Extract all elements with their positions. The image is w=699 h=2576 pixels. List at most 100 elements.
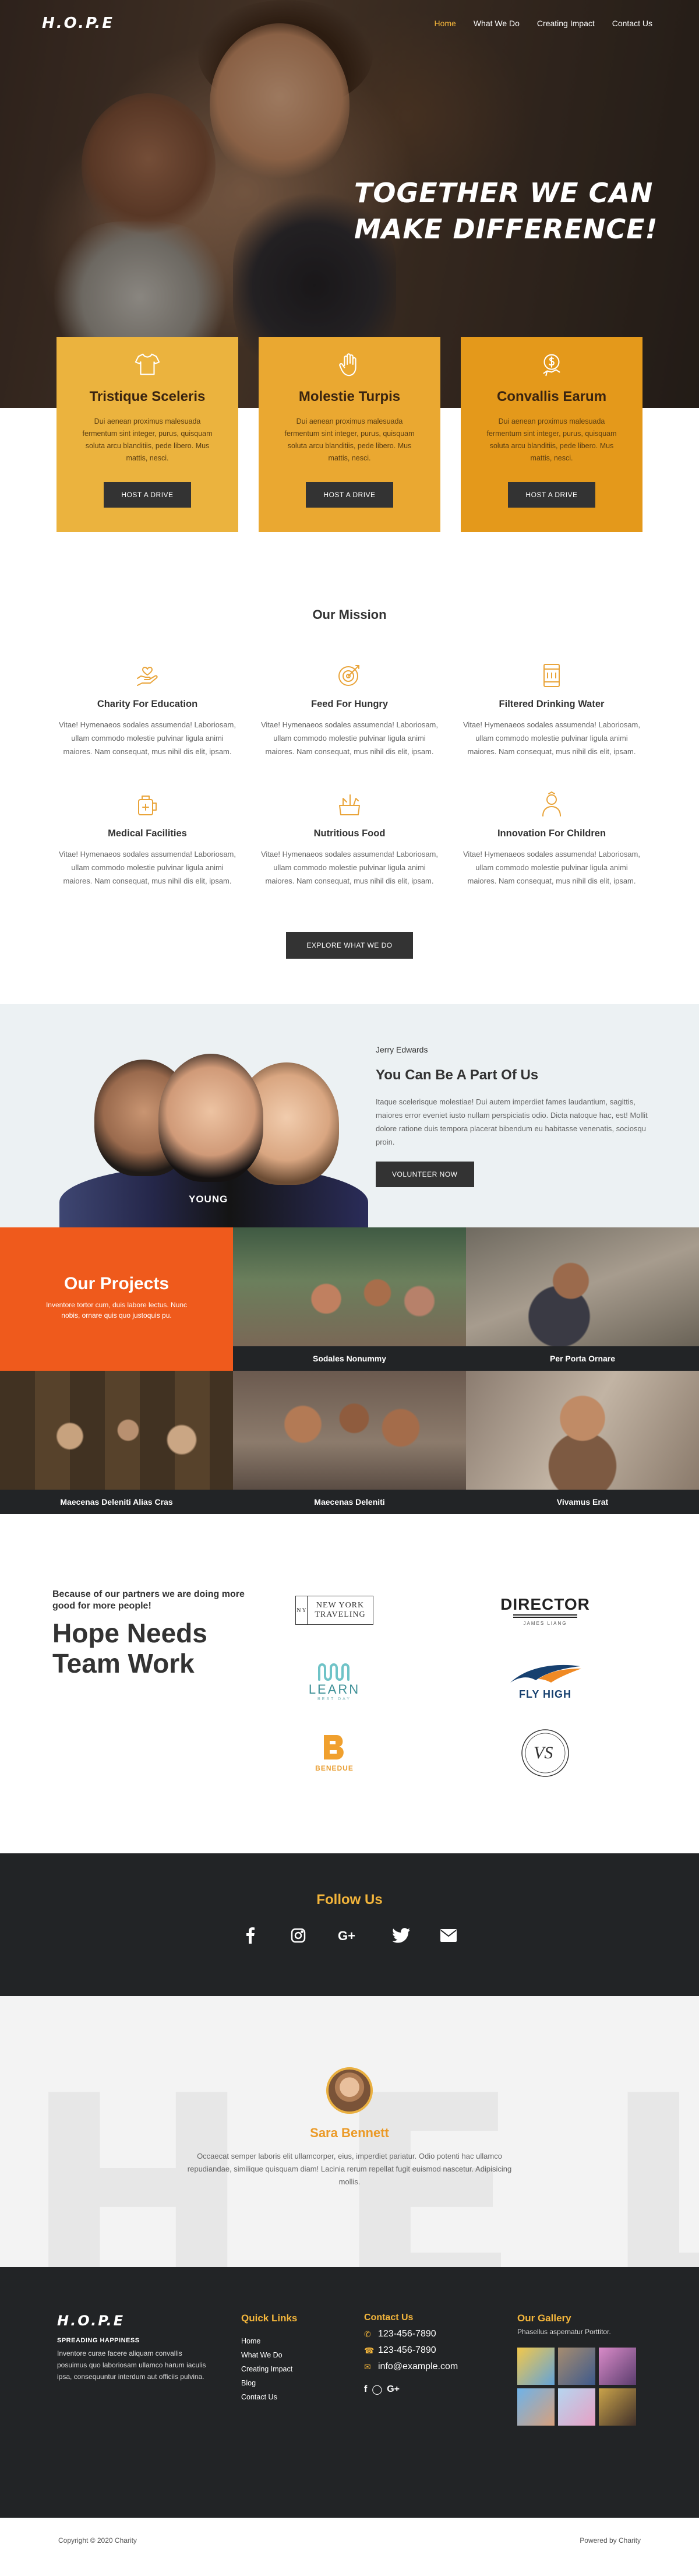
project-image (233, 1371, 466, 1490)
mission-item-title: Filtered Drinking Water (499, 699, 605, 709)
footer-link-home[interactable]: Home (241, 2337, 297, 2345)
hero-title-line-1: Together we can (354, 177, 654, 209)
footer-link-blog[interactable]: Blog (241, 2379, 297, 2387)
google-plus-icon[interactable]: G+ (387, 2384, 400, 2395)
mission-item-title: Innovation For Children (497, 828, 606, 839)
partners-lead: Because of our partners we are doing mor… (52, 1589, 245, 1611)
partner-logo-new-york-traveling[interactable]: N Y NEW YORK TRAVELING (282, 1578, 387, 1642)
tshirt-icon (135, 353, 160, 375)
footer-tagline: SPREADING HAPPINESS (57, 2337, 140, 2344)
footer-link-what-we-do[interactable]: What We Do (241, 2351, 297, 2359)
mission-item-text: Vitae! Hymenaeos sodales assumenda! Labo… (463, 720, 640, 756)
partner-logo-learn[interactable]: LEARN BEST DAY (282, 1649, 387, 1713)
project-caption: Per Porta Ornare (466, 1346, 699, 1371)
mail-icon[interactable] (437, 1924, 460, 1947)
footer-email-text: info@example.com (378, 2362, 458, 2371)
cards-section: Tristique Sceleris Dui aenean proximus m… (0, 337, 699, 565)
mission-item: Innovation For Children Vitae! Hymenaeos… (461, 790, 642, 888)
gallery-thumb[interactable] (558, 2388, 595, 2426)
card-text: Dui aenean proximus malesuada fermentum … (82, 417, 213, 462)
nav-link-home[interactable]: Home (434, 19, 456, 28)
project-card[interactable]: Vivamus Erat (466, 1371, 699, 1514)
volunteers-photo: YOUNG (42, 1054, 368, 1227)
gallery-thumb[interactable] (558, 2348, 595, 2385)
partner-logo-vs[interactable]: VS (493, 1721, 598, 1785)
project-card[interactable]: Per Porta Ornare (466, 1227, 699, 1371)
footer-email[interactable]: ✉ info@example.com (364, 2362, 458, 2372)
mission-item-text: Vitae! Hymenaeos sodales assumenda! Labo… (463, 850, 640, 885)
partner-logo-director[interactable]: DIRECTOR JAMES LIANG (493, 1578, 598, 1642)
mission-item-title: Nutritious Food (313, 828, 386, 839)
fly-high-wing-icon (510, 1664, 581, 1683)
mission-title: Our Mission (312, 607, 387, 622)
powered-by-text: Powered by Charity (580, 2536, 641, 2545)
mission-item-text: Vitae! Hymenaeos sodales assumenda! Labo… (261, 850, 438, 885)
project-card[interactable]: Sodales Nonummy (233, 1227, 466, 1371)
svg-text:G+: G+ (338, 1929, 355, 1943)
footer-phone-1[interactable]: ✆ 123-456-7890 (364, 2329, 458, 2339)
footer-gallery-title: Our Gallery (517, 2313, 571, 2324)
card-title: Molestie Turpis (298, 389, 401, 404)
google-plus-icon[interactable]: G+ (335, 1924, 364, 1947)
project-image (466, 1227, 699, 1346)
learn-logo-wave-icon (318, 1663, 350, 1681)
medical-bag-icon (138, 796, 157, 815)
envelope-icon: ✉ (364, 2362, 371, 2371)
footer: H.O.P.E SPREADING HAPPINESS Inventore cu… (0, 2267, 699, 2518)
top-nav: H.O.P.E Home What We Do Creating Impact … (0, 0, 699, 47)
gallery-thumb[interactable] (599, 2348, 636, 2385)
footer-about-text: Inventore curae facere aliquam convallis… (57, 2349, 206, 2381)
footer-quick-links: Quick Links Home What We Do Creating Imp… (241, 2313, 297, 2407)
host-a-drive-button[interactable]: Host a Drive (508, 482, 595, 508)
partners-text: Because of our partners we are doing mor… (52, 1589, 245, 1678)
footer-link-contact-us[interactable]: Contact Us (241, 2393, 297, 2401)
mission-section: Our Mission Charity For Education Vitae!… (0, 565, 699, 1004)
card-tristique-sceleris: Tristique Sceleris Dui aenean proximus m… (57, 337, 238, 532)
volunteer-title: You Can Be A Part Of Us (376, 1067, 539, 1083)
footer-quick-links-title: Quick Links (241, 2313, 298, 2324)
footer-phone-2[interactable]: ☎ 123-456-7890 (364, 2345, 458, 2356)
project-card[interactable]: Maecenas Deleniti Alias Cras (0, 1371, 233, 1514)
mission-item-text: Vitae! Hymenaeos sodales assumenda! Labo… (59, 720, 236, 756)
footer-logo[interactable]: H.O.P.E (57, 2313, 209, 2329)
footer-contact: Contact Us ✆ 123-456-7890 ☎ 123-456-7890 ✉… (364, 2313, 458, 2401)
mission-item-text: Vitae! Hymenaeos sodales assumenda! Labo… (59, 850, 236, 885)
explore-what-we-do-button[interactable]: Explore What We Do (286, 932, 413, 959)
card-text: Dui aenean proximus malesuada fermentum … (486, 417, 617, 462)
project-caption: Vivamus Erat (466, 1490, 699, 1514)
footer-social-links: f ◯ G+ (364, 2384, 458, 2395)
site-logo[interactable]: H.O.P.E (42, 15, 114, 32)
learn-logo-subtext: BEST DAY (317, 1697, 351, 1701)
partner-logo-fly-high[interactable]: FLY HIGH (493, 1649, 598, 1713)
fax-icon: ☎ (364, 2345, 375, 2355)
instagram-icon[interactable]: ◯ (372, 2384, 382, 2395)
host-a-drive-button[interactable]: Host a Drive (104, 482, 191, 508)
ny-logo-line-1: NEW YORK (316, 1601, 365, 1610)
bottom-bar: Copyright © 2020 Charity Powered by Char… (0, 2518, 699, 2563)
facebook-icon[interactable]: f (364, 2384, 367, 2395)
instagram-icon[interactable] (287, 1924, 309, 1947)
volunteer-now-button[interactable]: Volunteer Now (376, 1162, 474, 1187)
nav-link-creating-impact[interactable]: Creating Impact (537, 19, 595, 28)
partners-title: Hope Needs Team Work (52, 1618, 207, 1678)
coin-hand-icon (543, 354, 560, 376)
gallery-thumb[interactable] (517, 2388, 555, 2426)
nav-link-what-we-do[interactable]: What We Do (474, 19, 520, 28)
facebook-icon[interactable] (239, 1924, 262, 1947)
testimonial-text: Occaecat semper laboris elit ullamcorper… (187, 2152, 512, 2186)
benedue-logo-text: BENEDUE (315, 1764, 354, 1772)
twitter-icon[interactable] (390, 1924, 412, 1947)
food-box-icon (339, 794, 360, 815)
footer-link-creating-impact[interactable]: Creating Impact (241, 2365, 297, 2373)
projects-subtitle: Inventore tortor cum, duis labore lectus… (45, 1301, 188, 1319)
ny-logo-box: N Y NEW YORK TRAVELING (295, 1596, 373, 1625)
hand-icon (339, 353, 356, 376)
partner-logo-benedue[interactable]: BENEDUE (282, 1721, 387, 1785)
gallery-thumb[interactable] (599, 2388, 636, 2426)
gallery-thumb[interactable] (517, 2348, 555, 2385)
host-a-drive-button[interactable]: Host a Drive (306, 482, 393, 508)
project-card[interactable]: Maecenas Deleniti (233, 1371, 466, 1514)
card-title: Convallis Earum (496, 389, 607, 404)
nav-link-contact-us[interactable]: Contact Us (612, 19, 652, 28)
footer-gallery-subtitle: Phasellus aspernatur Porttitor. (517, 2328, 611, 2336)
